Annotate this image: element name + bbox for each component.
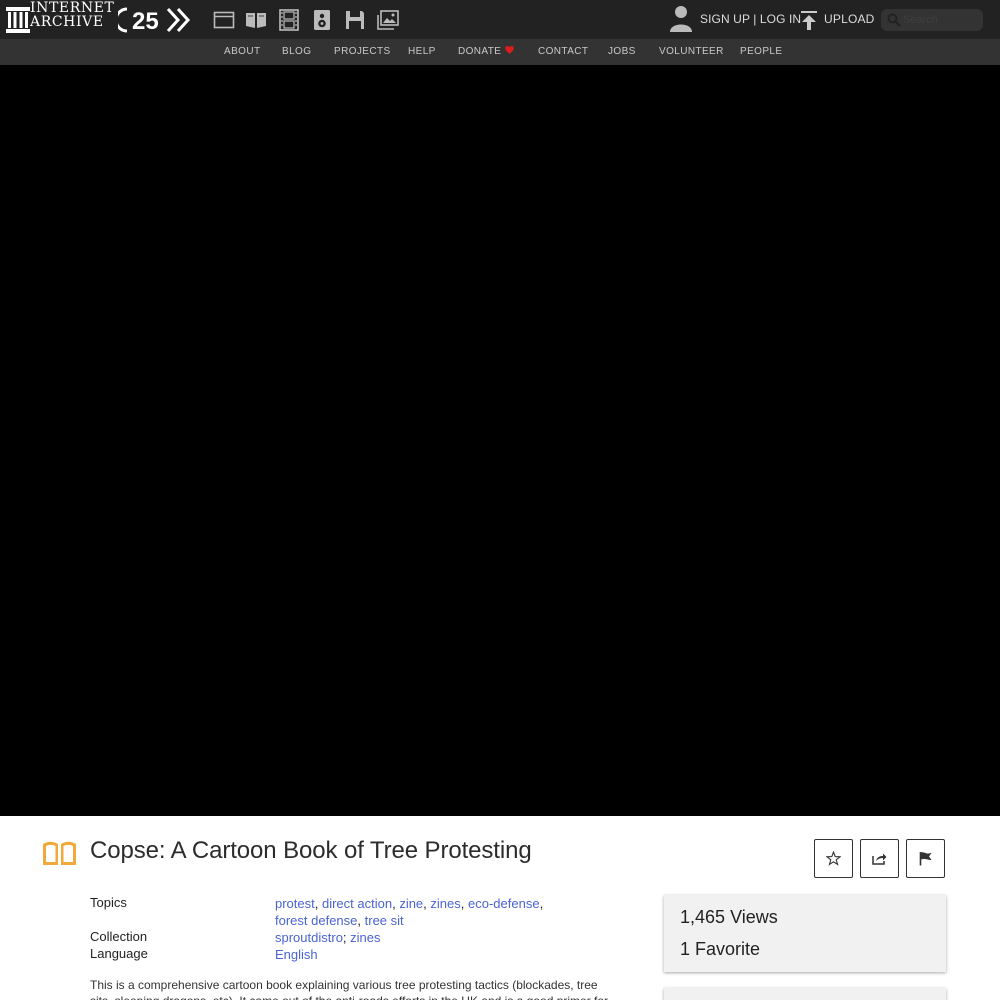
topics-values: protest, direct action, zine, zines, eco… (275, 896, 544, 928)
book-icon (43, 841, 76, 865)
archive-temple-icon (6, 7, 30, 33)
upload-link[interactable]: UPLOAD (824, 12, 875, 26)
nav-donate-group[interactable]: DONATE (458, 46, 515, 57)
share-button[interactable] (860, 839, 899, 878)
views-label: Views (730, 907, 778, 927)
anniversary-25-badge[interactable]: 25 (118, 7, 192, 33)
views-stat: 1,465 Views (680, 907, 778, 928)
nav-blog[interactable]: BLOG (282, 46, 311, 57)
collection-link[interactable]: zines (350, 930, 380, 945)
nav-people[interactable]: PEOPLE (740, 46, 782, 57)
internet-archive-logo[interactable] (6, 5, 30, 35)
user-icon[interactable] (669, 5, 693, 33)
topic-link[interactable]: eco-defense (468, 896, 540, 911)
nav-help[interactable]: HELP (408, 46, 436, 57)
logo-wordmark[interactable]: INTERNET ARCHIVE (30, 0, 115, 30)
views-count: 1,465 (680, 907, 726, 927)
texts-icon[interactable] (244, 8, 268, 32)
share-icon (872, 853, 887, 865)
nav-contact[interactable]: CONTACT (538, 46, 588, 57)
collection-link[interactable]: sproutdistro (275, 930, 343, 945)
item-title: Copse: A Cartoon Book of Tree Protesting (90, 837, 532, 864)
language-link[interactable]: English (275, 947, 318, 962)
nav-about[interactable]: ABOUT (224, 46, 260, 57)
flag-button[interactable] (906, 839, 945, 878)
topic-link[interactable]: tree sit (365, 913, 404, 928)
favorites-count: 1 (680, 939, 691, 959)
reviews-card (664, 988, 946, 1000)
top-bar: INTERNET ARCHIVE 25 SIGN UP | LOG IN UPL… (0, 0, 1000, 39)
software-icon[interactable] (343, 8, 367, 32)
search-icon[interactable] (887, 13, 901, 27)
nav-donate[interactable]: DONATE (458, 46, 501, 57)
favorites-stat: 1 Favorite (680, 939, 760, 960)
secondary-nav: ABOUT BLOG PROJECTS HELP DONATE CONTACT … (0, 39, 1000, 65)
stats-card: 1,465 Views 1 Favorite (664, 895, 946, 972)
collection-label: Collection (90, 929, 148, 944)
logo-line-2: ARCHIVE (30, 14, 104, 30)
images-icon[interactable] (376, 8, 400, 32)
topics-label: Topics (90, 895, 127, 910)
signup-login-link[interactable]: SIGN UP | LOG IN (700, 12, 801, 26)
favorite-button[interactable] (814, 839, 853, 878)
collection-values: sproutdistro; zines (275, 930, 381, 945)
audio-icon[interactable] (310, 8, 334, 32)
upload-icon[interactable] (799, 9, 819, 31)
language-values: English (275, 946, 575, 963)
favorites-label: Favorite (695, 939, 761, 959)
flag-icon (919, 852, 932, 866)
topic-link[interactable]: zine (399, 896, 423, 911)
heart-icon (505, 46, 515, 54)
video-icon[interactable] (277, 8, 301, 32)
web-icon[interactable] (212, 8, 236, 32)
nav-jobs[interactable]: JOBS (608, 46, 636, 57)
item-description: This is a comprehensive cartoon book exp… (90, 978, 608, 1000)
book-viewer[interactable] (0, 65, 1000, 816)
topic-link[interactable]: forest defense (275, 913, 357, 928)
search-input[interactable] (903, 11, 979, 29)
badge-number: 25 (132, 8, 159, 33)
logo-line-1: INTERNET (30, 0, 115, 16)
nav-projects[interactable]: PROJECTS (334, 46, 391, 57)
topic-link[interactable]: protest (275, 896, 315, 911)
search-box (881, 9, 983, 31)
topic-link[interactable]: zines (430, 896, 460, 911)
nav-volunteer[interactable]: VOLUNTEER (659, 46, 724, 57)
favorite-icon (826, 851, 841, 866)
topic-link[interactable]: direct action (322, 896, 392, 911)
language-label: Language (90, 946, 148, 961)
